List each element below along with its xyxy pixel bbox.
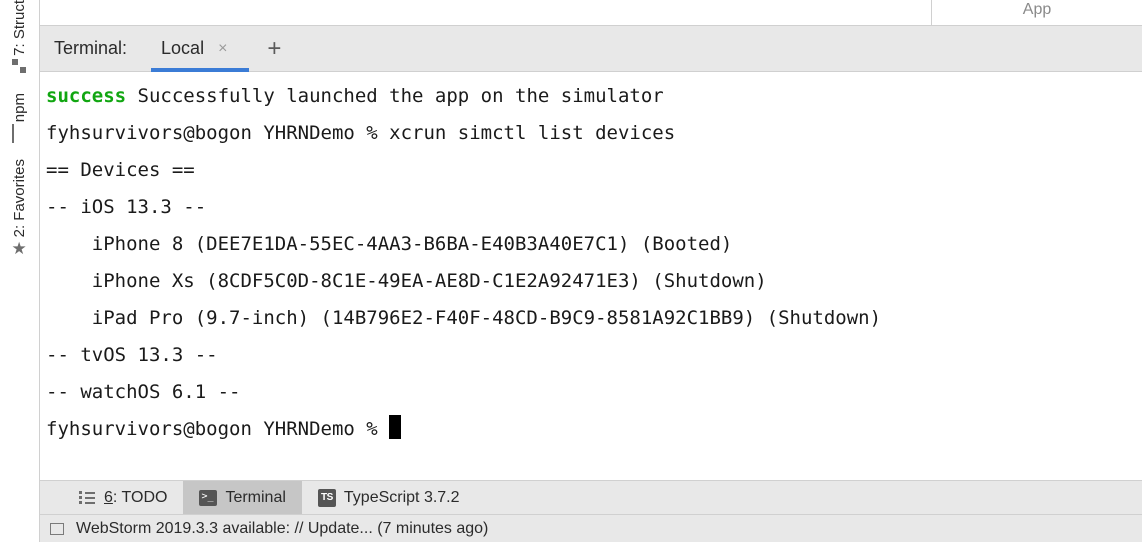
terminal-tab-label: Terminal xyxy=(225,489,285,507)
terminal-line: -- iOS 13.3 -- xyxy=(46,196,206,218)
status-bar: WebStorm 2019.3.3 available: // Update..… xyxy=(40,514,1142,542)
bottom-tool-tabs: 6: TODO Terminal TS TypeScript 3.7.2 xyxy=(40,480,1142,514)
terminal-tab[interactable]: Terminal xyxy=(183,481,301,514)
terminal-tab-local[interactable]: Local × xyxy=(155,26,233,71)
sidebar-item-label: 2: Favorites xyxy=(11,159,28,237)
terminal-prompt: fyhsurvivors@bogon YHRNDemo % xyxy=(46,418,389,440)
todo-icon xyxy=(78,489,96,507)
npm-tool-tab[interactable]: npm xyxy=(11,93,28,141)
terminal-tab-label: Local xyxy=(161,38,204,59)
new-terminal-button[interactable]: + xyxy=(267,37,281,61)
tool-window-strip: 7: Struct npm 2: Favorites ★ xyxy=(0,0,40,542)
close-icon[interactable]: × xyxy=(218,40,227,58)
cursor-icon xyxy=(389,415,401,439)
editor-top-row: App xyxy=(40,0,1142,26)
app-tab[interactable]: App xyxy=(932,0,1142,25)
terminal-line: -- watchOS 6.1 -- xyxy=(46,381,240,403)
status-message[interactable]: WebStorm 2019.3.3 available: // Update..… xyxy=(76,520,488,538)
editor-area[interactable] xyxy=(40,0,932,25)
star-icon: ★ xyxy=(12,240,28,256)
typescript-tab-label: TypeScript 3.7.2 xyxy=(344,489,460,507)
terminal-line: iPad Pro (9.7-inch) (14B796E2-F40F-48CD-… xyxy=(46,307,881,329)
structure-icon xyxy=(12,59,28,75)
event-log-icon[interactable] xyxy=(50,523,64,535)
npm-icon xyxy=(12,125,28,141)
typescript-tab[interactable]: TS TypeScript 3.7.2 xyxy=(302,481,476,514)
sidebar-item-label: 7: Struct xyxy=(11,0,28,56)
terminal-line: fyhsurvivors@bogon YHRNDemo % xcrun simc… xyxy=(46,122,675,144)
terminal-line: -- tvOS 13.3 -- xyxy=(46,344,218,366)
success-word: success xyxy=(46,85,126,107)
terminal-title: Terminal: xyxy=(54,38,127,59)
terminal-line: iPhone 8 (DEE7E1DA-55EC-4AA3-B6BA-E40B3A… xyxy=(46,233,732,255)
terminal-output[interactable]: success Successfully launched the app on… xyxy=(40,72,1142,480)
favorites-tool-tab[interactable]: 2: Favorites ★ xyxy=(11,159,28,256)
app-tab-label: App xyxy=(1023,1,1051,19)
terminal-line: Successfully launched the app on the sim… xyxy=(126,85,664,107)
todo-tab[interactable]: 6: TODO xyxy=(62,481,183,514)
sidebar-item-label: npm xyxy=(11,93,28,122)
todo-label: 6: TODO xyxy=(104,489,167,507)
typescript-icon: TS xyxy=(318,489,336,507)
terminal-icon xyxy=(199,489,217,507)
structure-tool-tab[interactable]: 7: Struct xyxy=(11,0,28,75)
terminal-line: iPhone Xs (8CDF5C0D-8C1E-49EA-AE8D-C1E2A… xyxy=(46,270,767,292)
terminal-line: == Devices == xyxy=(46,159,195,181)
terminal-panel-header: Terminal: Local × + xyxy=(40,26,1142,72)
